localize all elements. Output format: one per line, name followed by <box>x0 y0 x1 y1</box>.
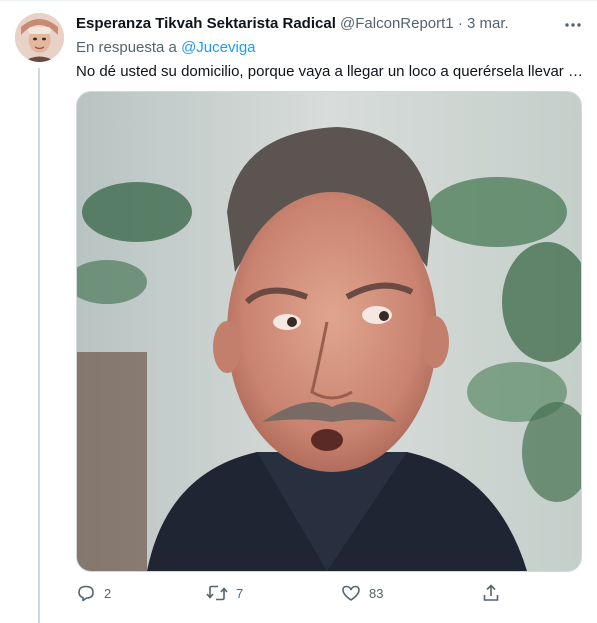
reply-handle-link[interactable]: @Juceviga <box>181 39 255 56</box>
tweet-text: No dé usted su domicilio, porque vaya a … <box>76 63 583 80</box>
like-icon <box>342 585 360 601</box>
reply-count: 2 <box>104 585 112 601</box>
reply-context: En respuesta a @Juceviga <box>76 38 256 58</box>
tweet-date[interactable]: 3 mar. <box>467 15 509 32</box>
like-button[interactable]: 83 <box>341 580 383 606</box>
more-options-button[interactable] <box>560 12 586 38</box>
tweet-actions: 2 7 83 <box>76 580 586 606</box>
like-count: 83 <box>369 585 384 601</box>
retweet-button[interactable]: 7 <box>206 580 243 606</box>
more-icon <box>565 23 581 27</box>
reply-button[interactable]: 2 <box>76 580 111 606</box>
tweet-header: Esperanza Tikvah Sektarista Radical @Fal… <box>76 14 546 34</box>
author-handle[interactable]: @FalconReport1 <box>340 15 454 32</box>
top-divider <box>0 0 597 1</box>
separator-dot: · <box>457 15 463 32</box>
photo-man-portrait <box>77 92 581 571</box>
share-icon <box>483 584 499 601</box>
author-name[interactable]: Esperanza Tikvah Sektarista Radical <box>76 15 336 32</box>
tweet-image[interactable] <box>76 91 582 572</box>
retweet-count: 7 <box>236 585 244 601</box>
reply-prefix: En respuesta a <box>76 39 177 56</box>
reply-icon <box>78 585 94 602</box>
share-button[interactable] <box>481 580 501 606</box>
retweet-icon <box>206 585 228 601</box>
avatar[interactable] <box>15 13 64 62</box>
thread-line <box>38 68 40 623</box>
